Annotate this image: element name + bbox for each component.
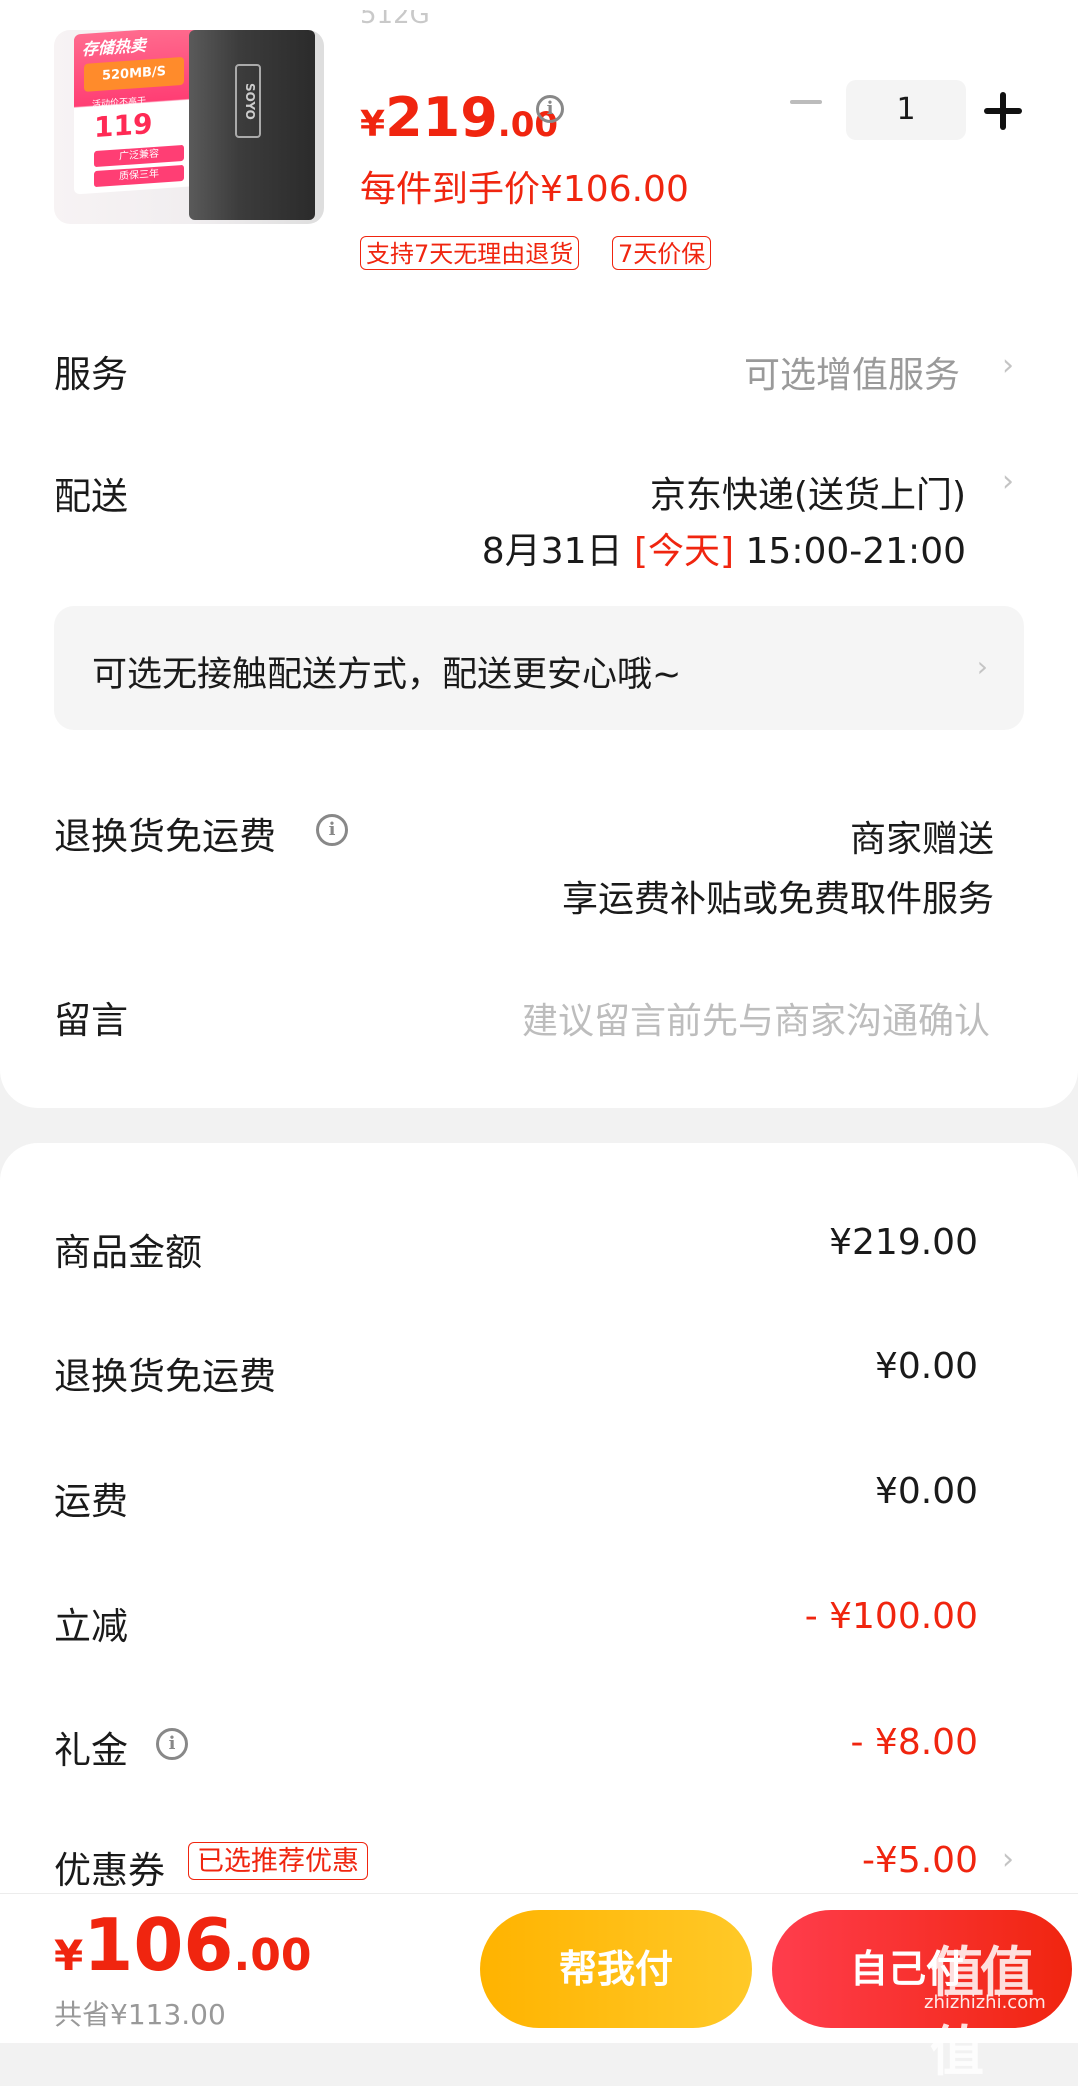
coupon-value[interactable]: -¥5.00 <box>862 1840 978 1881</box>
coupon-label: 优惠券 <box>54 1849 165 1892</box>
total-decimal: .00 <box>233 1930 312 1981</box>
help-me-pay-button[interactable]: 帮我付 <box>480 1910 752 2028</box>
ssd-brand-logo: SOYO <box>235 64 261 138</box>
instant-discount-value: - ¥100.00 <box>804 1596 978 1637</box>
delivery-label: 配送 <box>54 475 128 518</box>
product-image[interactable]: 存储热卖 520MB/S 活动价不高于 119 广泛兼容 质保三年 SOYO <box>54 30 324 224</box>
shipping-value: ¥0.00 <box>874 1471 978 1512</box>
delivery-date: 8月31日 <box>481 531 623 572</box>
gift-value: - ¥8.00 <box>850 1722 979 1763</box>
contactless-delivery-banner[interactable]: 可选无接触配送方式，配送更安心哦~ › <box>54 606 1024 730</box>
delivery-time-window: 15:00-21:00 <box>745 531 966 572</box>
per-item-price: 每件到手价¥106.00 <box>360 169 689 210</box>
ssd-product-photo: SOYO <box>189 30 315 220</box>
delivery-method[interactable]: 京东快递(送货上门) <box>650 466 966 518</box>
total-currency: ¥ <box>54 1931 84 1980</box>
goods-amount-label: 商品金额 <box>54 1231 202 1274</box>
service-chevron-icon[interactable]: › <box>1002 348 1014 383</box>
quantity-input[interactable]: 1 <box>846 80 966 140</box>
promo-title: 存储热卖 <box>82 35 147 59</box>
price-integer: 219 <box>385 86 498 149</box>
goods-amount-value: ¥219.00 <box>829 1222 978 1263</box>
price-currency: ¥ <box>360 104 386 145</box>
promo-tag-2: 质保三年 <box>94 164 184 188</box>
return-shipping-value: 商家赠送 <box>849 819 994 860</box>
return-free-label: 退换货免运费 <box>54 1355 276 1398</box>
delivery-today-badge: [今天] <box>633 531 735 572</box>
quantity-plus-button[interactable] <box>984 92 1022 130</box>
instant-discount-label: 立减 <box>54 1605 128 1648</box>
shipping-label: 运费 <box>54 1480 128 1523</box>
return-shipping-label: 退换货免运费 <box>54 815 276 858</box>
contactless-text: 可选无接触配送方式，配送更安心哦~ <box>92 655 682 695</box>
total-integer: 106 <box>83 1903 234 1987</box>
return-shipping-info-icon[interactable]: i <box>316 814 348 846</box>
quantity-minus-button[interactable] <box>790 100 822 104</box>
coupon-chevron-icon[interactable]: › <box>1002 1842 1014 1877</box>
product-spec: 512G <box>360 10 430 30</box>
promo-tag-1: 广泛兼容 <box>94 144 184 168</box>
watermark-url: zhizhizhi.com <box>924 1992 1046 2013</box>
delivery-time[interactable]: 8月31日 [今天] 15:00-21:00 <box>482 522 966 574</box>
price-protect-tag: 7天价保 <box>612 236 712 270</box>
message-label: 留言 <box>54 999 128 1042</box>
return-shipping-detail: 享运费补贴或免费取件服务 <box>561 879 994 920</box>
contactless-chevron-icon: › <box>976 650 988 683</box>
coupon-recommended-tag[interactable]: 已选推荐优惠 <box>188 1842 368 1880</box>
gift-label: 礼金 <box>54 1729 128 1772</box>
promo-price: 119 <box>94 107 153 145</box>
message-input[interactable]: 建议留言前先与商家沟通确认 <box>522 992 990 1044</box>
return-policy-tag: 支持7天无理由退货 <box>360 236 580 270</box>
delivery-chevron-icon[interactable]: › <box>1002 464 1014 499</box>
product-price: ¥219.00 <box>360 86 558 149</box>
promo-card-image: 存储热卖 520MB/S 活动价不高于 119 广泛兼容 质保三年 <box>74 30 204 195</box>
total-price: ¥106.00 <box>54 1903 311 1987</box>
total-saved: 共省¥113.00 <box>54 1998 226 2031</box>
promo-speed: 520MB/S <box>84 56 184 92</box>
service-label: 服务 <box>54 353 128 396</box>
service-value[interactable]: 可选增值服务 <box>744 346 960 398</box>
return-free-value: ¥0.00 <box>874 1346 978 1387</box>
gift-info-icon[interactable]: i <box>156 1728 188 1760</box>
price-info-icon[interactable]: i <box>536 95 564 123</box>
